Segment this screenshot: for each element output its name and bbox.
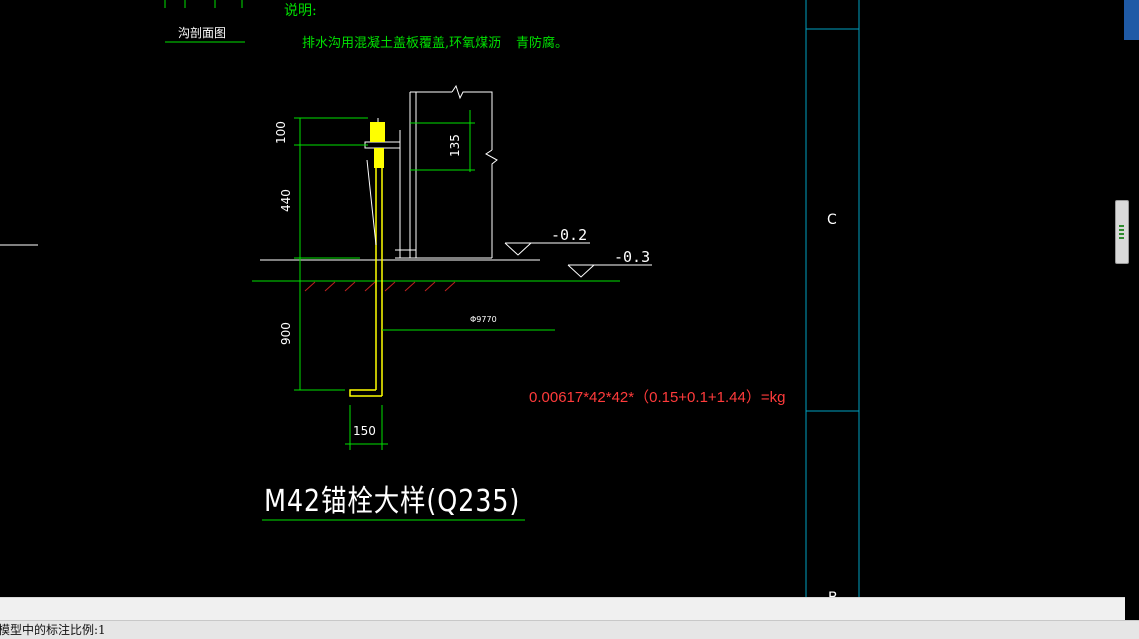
- cad-drawing-canvas[interactable]: [0, 0, 1139, 597]
- side-panel-handle[interactable]: [1115, 200, 1129, 264]
- detail-title: M42锚栓大样(Q235): [264, 484, 521, 519]
- command-line-bar[interactable]: [0, 597, 1125, 620]
- level-a-label: -0.2: [551, 226, 588, 244]
- dim-150: 150: [353, 424, 376, 438]
- column-outline: [395, 84, 498, 259]
- dim-900: 900: [279, 322, 293, 345]
- anchor-bolt: [349, 118, 401, 397]
- notes-line-suffix: 青防腐。: [516, 36, 569, 51]
- dim-bar: Φ9770: [470, 315, 497, 324]
- right-gutter: [1125, 40, 1139, 620]
- section-label: 沟剖面图: [178, 26, 227, 40]
- grid-axis-lines: [805, 0, 860, 597]
- dimension-lines: [262, 110, 555, 521]
- notes-line: 排水沟用混凝土盖板覆盖,环氧煤沥: [302, 36, 502, 51]
- dim-135: 135: [448, 134, 462, 157]
- dim-440: 440: [279, 189, 293, 212]
- dim-100: 100: [274, 121, 288, 144]
- grid-label-b: B: [828, 590, 838, 597]
- weight-formula[interactable]: 0.00617*42*42*（0.15+0.1+1.44）=kg: [529, 386, 785, 407]
- cad-model-viewport[interactable]: 沟剖面图 说明: 排水沟用混凝土盖板覆盖,环氧煤沥 青防腐。 100 440 9…: [0, 0, 1139, 597]
- ground-lines: [252, 259, 620, 292]
- notes-title: 说明:: [284, 3, 317, 19]
- level-b-label: -0.3: [614, 248, 651, 266]
- corner-tab[interactable]: [1124, 0, 1139, 40]
- grip-icon: [1119, 225, 1124, 241]
- status-text: 模型中的标注比例:1: [0, 623, 106, 637]
- grid-label-c: C: [827, 212, 837, 228]
- status-bar: 模型中的标注比例:1: [0, 620, 1139, 639]
